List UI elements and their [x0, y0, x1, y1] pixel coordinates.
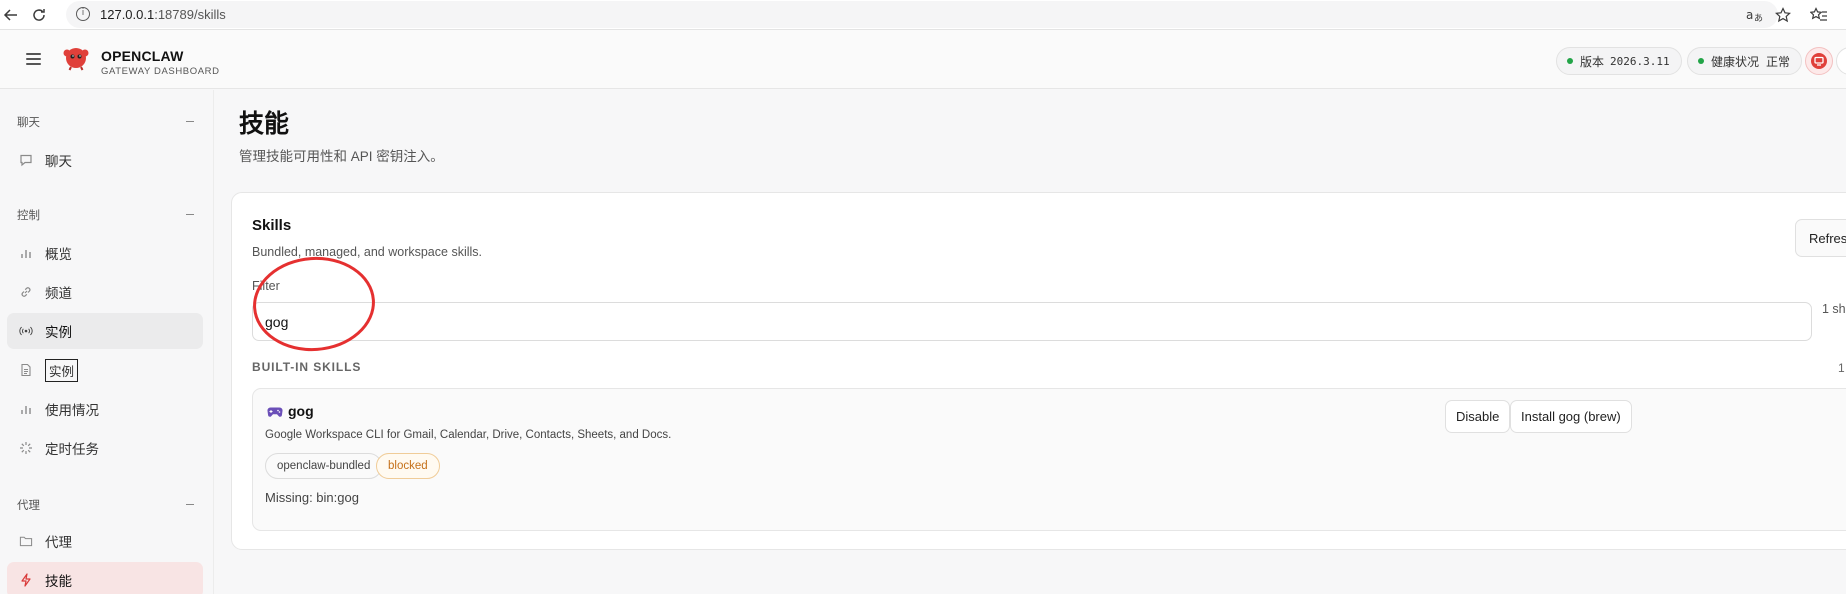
sidebar-item-label: 定时任务 — [45, 442, 99, 457]
sidebar-item-skills[interactable]: 技能 — [7, 562, 203, 594]
filter-input[interactable]: gog — [252, 302, 1812, 341]
menu-icon[interactable] — [26, 53, 41, 65]
chat-icon — [19, 153, 33, 167]
collapse-icon[interactable] — [186, 214, 194, 216]
sidebar-item-label: 频道 — [45, 286, 72, 301]
sidebar-item-channels[interactable]: 频道 — [7, 274, 203, 310]
health-label: 健康状况 — [1711, 54, 1760, 69]
disable-button[interactable]: Disable — [1445, 400, 1511, 433]
sidebar-item-label: 实例 — [45, 358, 79, 382]
document-icon — [19, 363, 33, 377]
loader-icon — [19, 441, 33, 455]
page-subtitle: 管理技能可用性和 API 密钥注入。 — [239, 149, 444, 164]
version-badge: 版本 2026.3.11 — [1556, 47, 1682, 75]
sidebar-item-label: 使用情况 — [45, 403, 99, 418]
sidebar-item-label: 实例 — [45, 325, 72, 340]
group-count: 1 — [1838, 361, 1845, 375]
sidebar-item-chat[interactable]: 聊天 — [7, 142, 203, 178]
info-icon[interactable]: i — [76, 7, 90, 21]
skill-name: gog — [288, 403, 314, 419]
install-button[interactable]: Install gog (brew) — [1510, 400, 1632, 433]
gamepad-icon — [267, 405, 283, 417]
brand-subtitle: GATEWAY DASHBOARD — [101, 66, 220, 77]
translate-icon[interactable]: aあ — [1744, 4, 1766, 26]
card-title: Skills — [252, 217, 292, 234]
sidebar-item-cron[interactable]: 定时任务 — [7, 430, 203, 466]
status-badge: blocked — [376, 453, 440, 479]
section-title-control: 控制 — [17, 210, 40, 222]
sidebar-item-agents[interactable]: 代理 — [7, 523, 203, 559]
collapse-icon[interactable] — [186, 121, 194, 123]
monitor-button[interactable] — [1805, 47, 1833, 75]
sidebar-item-instances-tooltip[interactable]: 实例 — [7, 352, 203, 388]
address-bar[interactable]: i 127.0.0.1:18789/skills — [66, 1, 1778, 28]
monitor-icon — [1811, 53, 1827, 69]
openclaw-logo — [62, 43, 90, 71]
browser-toolbar: i 127.0.0.1:18789/skills aあ — [0, 0, 1846, 30]
url-text: 127.0.0.1:18789/skills — [100, 7, 226, 22]
sidebar-item-instances[interactable]: 实例 — [7, 313, 203, 349]
sidebar-item-label: 代理 — [45, 535, 72, 550]
health-badge: 健康状况 正常 — [1687, 47, 1803, 75]
section-title-agents: 代理 — [17, 500, 40, 512]
sidebar-item-label: 概览 — [45, 247, 72, 262]
skill-description: Google Workspace CLI for Gmail, Calendar… — [265, 429, 672, 441]
folder-icon — [19, 534, 33, 548]
collapse-icon[interactable] — [186, 504, 194, 506]
sidebar-item-usage[interactable]: 使用情况 — [7, 391, 203, 427]
sidebar-item-label: 技能 — [45, 574, 72, 589]
source-chip: openclaw-bundled — [265, 453, 383, 479]
star-icon[interactable] — [1772, 4, 1794, 26]
sidebar-item-label: 聊天 — [45, 154, 72, 169]
broadcast-icon — [19, 324, 33, 338]
version-label: 版本 — [1580, 54, 1605, 69]
svg-text:a: a — [1746, 8, 1753, 22]
theme-toggle-button[interactable] — [1836, 47, 1846, 75]
health-value: 正常 — [1766, 54, 1791, 69]
favorites-icon[interactable] — [1808, 4, 1830, 26]
link-icon — [19, 285, 33, 299]
missing-requirement: Missing: bin:gog — [265, 490, 359, 505]
shown-count: 1 shown — [1822, 302, 1846, 316]
bar-chart-icon — [19, 402, 33, 416]
brand-name: OPENCLAW — [101, 48, 184, 64]
status-dot — [1567, 58, 1573, 64]
card-subtitle: Bundled, managed, and workspace skills. — [252, 245, 482, 259]
section-title-chat: 聊天 — [17, 117, 40, 129]
refresh-button[interactable]: Refresh — [1795, 219, 1846, 257]
skill-item: gog Google Workspace CLI for Gmail, Cale… — [252, 388, 1846, 531]
reload-icon[interactable] — [28, 4, 50, 26]
page-title: 技能 — [239, 110, 290, 138]
version-value: 2026.3.11 — [1610, 54, 1670, 68]
group-title: BUILT-IN SKILLS — [252, 360, 362, 374]
bar-chart-icon — [19, 246, 33, 260]
skills-card: Skills Bundled, managed, and workspace s… — [231, 192, 1846, 550]
status-dot — [1698, 58, 1704, 64]
sidebar-item-overview[interactable]: 概览 — [7, 235, 203, 271]
lightning-icon — [19, 573, 33, 587]
svg-text:あ: あ — [1754, 13, 1763, 23]
back-arrow-icon[interactable] — [0, 4, 22, 26]
app-header: OPENCLAW GATEWAY DASHBOARD 版本 2026.3.11 … — [0, 30, 1846, 89]
sidebar: 聊天 聊天 控制 概览 频道 实例 实例 使用情况 定时任务 代理 代理 技能 — [0, 90, 214, 594]
